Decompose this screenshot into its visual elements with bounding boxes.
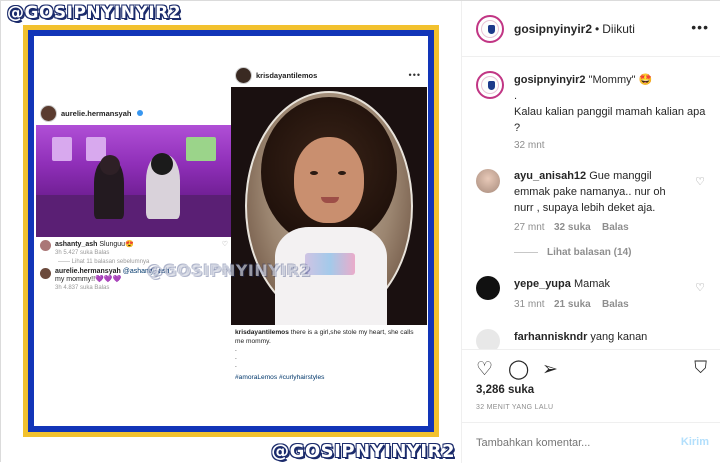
- comment-time: 31 mnt: [514, 299, 545, 310]
- comment-username[interactable]: farhanniskndr: [514, 331, 587, 343]
- verified-icon: [137, 110, 144, 116]
- heart-icon[interactable]: ♡: [476, 358, 493, 381]
- caption-time: 32 mnt: [514, 140, 545, 151]
- car-window: [52, 137, 72, 161]
- aurelie-post-card: aurelie.hermansyah ashanty_ash Slunguu😍 …: [36, 101, 232, 359]
- avatar[interactable]: [476, 276, 500, 300]
- krisdayanti-post-header: krisdayantilemos •••: [231, 63, 427, 87]
- logo-icon: [488, 81, 495, 90]
- krisdayanti-username: krisdayantilemos: [256, 70, 318, 80]
- person-head: [100, 155, 120, 175]
- watermark-center: @GOSIPNYINYIR2: [147, 261, 312, 280]
- watermark-top: @GOSIPNYINYIR2: [7, 3, 182, 23]
- mouth: [321, 197, 339, 203]
- caption-line3: Kalau kalian panggil mamah kalian apa ?: [514, 106, 706, 134]
- caption-dots: . . .: [235, 346, 237, 369]
- shirt-print: [305, 253, 355, 275]
- watermark-bottom: @GOSIPNYINYIR2: [271, 441, 455, 462]
- comment-meta: 3h 5.427 suka Balas: [55, 250, 110, 256]
- reply-button[interactable]: Balas: [602, 299, 629, 310]
- comment-likes[interactable]: 32 suka: [554, 222, 591, 233]
- share-icon[interactable]: ➢: [542, 358, 558, 381]
- caption-line1: "Mommy" 🤩: [588, 74, 653, 86]
- view-replies-button[interactable]: Lihat balasan (14): [547, 247, 631, 258]
- comment-username[interactable]: ayu_anisah12: [514, 170, 586, 182]
- comment: farhanniskndr yang kanan: [514, 329, 647, 345]
- reply-button[interactable]: Balas: [602, 222, 629, 233]
- comment: yepe_yupa Mamak: [514, 276, 610, 292]
- bookmark-icon[interactable]: ⛉: [694, 358, 707, 378]
- avatar: [40, 268, 51, 279]
- car-seat: [36, 195, 232, 237]
- eye: [310, 171, 318, 175]
- separator: •: [595, 21, 600, 36]
- heart-icon: ♡: [221, 241, 228, 248]
- avatar-image: [481, 76, 499, 94]
- post-date: 32 MENIT YANG LALU: [476, 404, 554, 411]
- caption-user: krisdayantilemos: [235, 329, 289, 336]
- avatar[interactable]: [476, 14, 504, 43]
- header-username[interactable]: gosipnyinyir2: [514, 22, 592, 36]
- divider: [514, 252, 538, 253]
- caption-username[interactable]: gosipnyinyir2: [514, 74, 586, 86]
- caption-line2: .: [514, 90, 518, 102]
- comment-icon[interactable]: ◯: [508, 358, 529, 381]
- comment: ayu_anisah12 Gue manggil emmak pake nama…: [514, 168, 684, 216]
- car-window: [186, 137, 216, 161]
- car-photo: [36, 125, 232, 237]
- heart-icon[interactable]: ♡: [695, 175, 705, 188]
- post-comment-button[interactable]: Kirim: [681, 436, 709, 448]
- comment-text: Slunguu😍: [99, 241, 134, 248]
- girl-photo: [231, 87, 427, 325]
- comment-time: 27 mnt: [514, 222, 545, 233]
- comment-user: ashanty_ash: [55, 241, 98, 248]
- add-comment-bar: Kirim: [462, 422, 720, 465]
- post-media[interactable]: aurelie.hermansyah ashanty_ash Slunguu😍 …: [1, 1, 461, 463]
- follow-status[interactable]: Diikuti: [602, 22, 635, 36]
- comment-username[interactable]: yepe_yupa: [514, 278, 571, 290]
- photo-comment: ashanty_ash Slunguu😍 3h 5.427 suka Balas…: [36, 237, 232, 259]
- post-actions: ♡ ◯ ➢ ⛉ 3,286 suka 32 MENIT YANG LALU Ki…: [462, 349, 720, 464]
- avatar[interactable]: [476, 329, 500, 349]
- comment-likes[interactable]: 21 suka: [554, 299, 591, 310]
- person-head: [151, 153, 173, 175]
- logo-icon: [488, 24, 495, 34]
- comment-meta: 3h 4.837 suka Balas: [55, 285, 110, 291]
- comment-text: yang kanan: [590, 331, 648, 343]
- post-dialog: aurelie.hermansyah ashanty_ash Slunguu😍 …: [0, 0, 720, 463]
- aurelie-username: aurelie.hermansyah: [61, 108, 132, 118]
- avatar: [40, 104, 57, 122]
- comment-user: aurelie.hermansyah: [55, 268, 121, 275]
- comment-text: my mommy!!💜💜💜: [55, 276, 122, 283]
- comments-list[interactable]: gosipnyinyir2 "Mommy" 🤩 . Kalau kalian p…: [462, 57, 720, 349]
- more-icon: •••: [408, 70, 421, 80]
- collage: aurelie.hermansyah ashanty_ash Slunguu😍 …: [34, 36, 428, 426]
- avatar: [235, 66, 252, 84]
- krisdayanti-caption: krisdayantilemos there is a girl,she sto…: [231, 325, 427, 370]
- avatar: [40, 240, 51, 251]
- heart-icon[interactable]: ♡: [695, 281, 705, 294]
- comment-input[interactable]: [476, 437, 656, 449]
- aurelie-post-header: aurelie.hermansyah: [36, 101, 232, 125]
- post-sidebar: gosipnyinyir2 • Diikuti ••• gosipnyinyir…: [461, 1, 720, 463]
- post-header: gosipnyinyir2 • Diikuti •••: [462, 1, 720, 57]
- hashtags: #amoraLemos #curlyhairstyles: [235, 374, 325, 381]
- avatar[interactable]: [476, 71, 504, 99]
- krisdayanti-post-card: krisdayantilemos ••• krisdayantilemos th: [231, 63, 427, 423]
- avatar[interactable]: [476, 169, 500, 193]
- girl-face: [294, 137, 364, 223]
- avatar-image: [481, 19, 499, 38]
- comment-text: Mamak: [573, 278, 610, 290]
- more-options-icon[interactable]: •••: [691, 19, 709, 35]
- like-count[interactable]: 3,286 suka: [476, 384, 534, 396]
- eye: [338, 171, 346, 175]
- caption: gosipnyinyir2 "Mommy" 🤩 . Kalau kalian p…: [514, 72, 709, 136]
